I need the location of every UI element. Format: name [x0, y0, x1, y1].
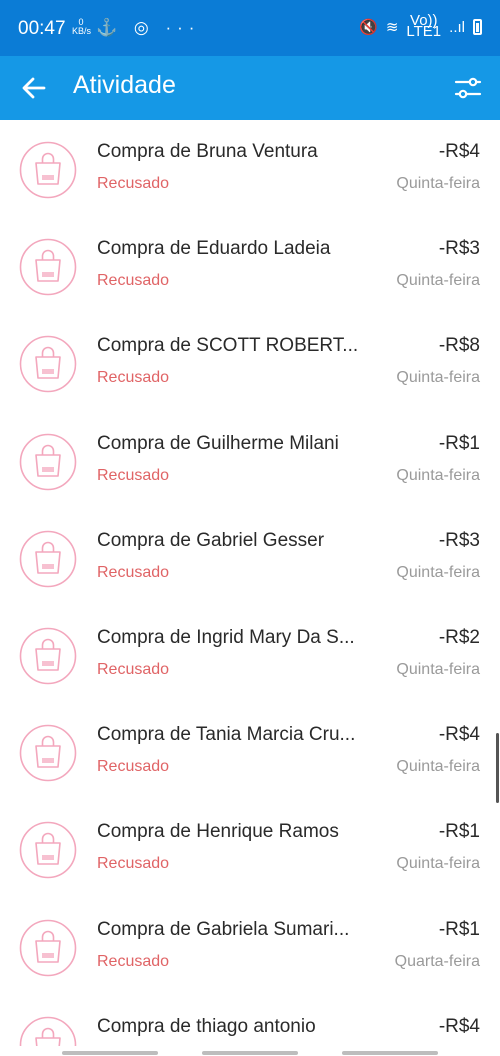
status-time: 00:47: [18, 18, 66, 39]
page-title: Atividade: [73, 71, 176, 99]
item-title: Compra de Gabriel Gesser: [97, 529, 325, 551]
volte-icon: Vo)) LTE1: [406, 13, 442, 40]
item-amount: -R$1: [438, 432, 480, 454]
item-status: Recusado: [97, 952, 170, 970]
item-amount: -R$3: [438, 529, 480, 551]
status-bar: 00:47 0 KB/s ⚓ ◎ ··· 🔇 ≋ Vo)) LTE1 ..ıl: [0, 0, 500, 56]
item-status: Recusado: [97, 758, 170, 776]
item-title: Compra de Tania Marcia Cru...: [97, 724, 356, 746]
nav-home-handle[interactable]: [202, 1051, 298, 1055]
item-day: Quinta-feira: [396, 175, 480, 192]
app-bar: Atividade: [0, 56, 500, 120]
item-amount: -R$1: [438, 918, 480, 940]
network-speed: 0 KB/s: [72, 18, 92, 36]
item-day: Quarta-feira: [394, 952, 480, 970]
item-amount: -R$1: [438, 821, 480, 843]
item-status: Recusado: [97, 272, 170, 290]
item-day: Quinta-feira: [396, 272, 480, 290]
volte-bottom: LTE1: [406, 23, 442, 40]
nav-back-handle[interactable]: [342, 1051, 438, 1055]
activity-list: Compra de Bruna Ventura Recusado -R$4 Qu…: [0, 120, 500, 1056]
list-item[interactable]: Compra de Henrique Ramos Recusado -R$1 Q…: [0, 800, 500, 897]
item-title: Compra de Henrique Ramos: [97, 821, 339, 843]
filter-button[interactable]: [452, 72, 484, 104]
nav-recents-handle[interactable]: [62, 1051, 158, 1055]
sliders-icon: [454, 77, 482, 99]
item-title: Compra de Ingrid Mary Da S...: [97, 626, 355, 648]
item-amount: -R$4: [438, 1015, 480, 1037]
item-status: Recusado: [97, 855, 170, 873]
item-amount: -R$3: [438, 238, 480, 260]
item-status: Recusado: [97, 175, 170, 192]
item-day: Quinta-feira: [396, 466, 480, 484]
item-title: Compra de Gabriela Sumari...: [97, 918, 350, 940]
item-day: Quinta-feira: [396, 660, 480, 678]
notification-icons: ⚓ ◎ ···: [96, 18, 201, 37]
item-status: Recusado: [97, 563, 170, 581]
item-amount: -R$2: [438, 626, 480, 648]
item-day: Quinta-feira: [396, 369, 480, 387]
item-title: Compra de Eduardo Ladeia: [97, 238, 331, 260]
list-item[interactable]: Compra de Tania Marcia Cru... Recusado -…: [0, 703, 500, 800]
list-item[interactable]: Compra de Gabriela Sumari... Recusado -R…: [0, 898, 500, 995]
item-title: Compra de Guilherme Milani: [97, 432, 339, 454]
shopping-bag-icon: [19, 821, 77, 879]
shopping-bag-icon: [19, 141, 77, 199]
shopping-bag-icon: [19, 530, 77, 588]
shopping-bag-icon: [19, 433, 77, 491]
item-title: Compra de Bruna Ventura: [97, 141, 318, 162]
scrollbar[interactable]: [496, 733, 499, 803]
back-button[interactable]: [18, 72, 50, 104]
item-status: Recusado: [97, 369, 170, 387]
wifi-icon: ≋: [385, 19, 399, 36]
system-icons: 🔇 ≋ Vo)) LTE1 ..ıl: [359, 13, 482, 40]
item-amount: -R$4: [438, 141, 480, 162]
item-amount: -R$8: [438, 335, 480, 357]
shopping-bag-icon: [19, 724, 77, 782]
item-title: Compra de thiago antonio: [97, 1015, 316, 1037]
item-status: Recusado: [97, 466, 170, 484]
list-item[interactable]: Compra de Guilherme Milani Recusado -R$1…: [0, 412, 500, 509]
item-day: Quinta-feira: [396, 758, 480, 776]
shopping-bag-icon: [19, 919, 77, 977]
shopping-bag-icon: [19, 238, 77, 296]
network-speed-unit: KB/s: [72, 26, 92, 36]
mute-icon: 🔇: [359, 19, 378, 36]
gesture-nav-bar: [0, 1046, 500, 1056]
signal-icon: ..ıl: [449, 18, 465, 36]
list-item[interactable]: Compra de Bruna Ventura Recusado -R$4 Qu…: [0, 120, 500, 217]
list-item[interactable]: Compra de Gabriel Gesser Recusado -R$3 Q…: [0, 509, 500, 606]
battery-icon: [473, 19, 482, 35]
item-amount: -R$4: [438, 724, 480, 746]
item-day: Quinta-feira: [396, 563, 480, 581]
list-item[interactable]: Compra de Ingrid Mary Da S... Recusado -…: [0, 606, 500, 703]
item-title: Compra de SCOTT ROBERT...: [97, 335, 359, 357]
list-item[interactable]: Compra de Eduardo Ladeia Recusado -R$3 Q…: [0, 217, 500, 314]
list-item[interactable]: Compra de SCOTT ROBERT... Recusado -R$8 …: [0, 314, 500, 411]
item-day: Quinta-feira: [396, 855, 480, 873]
item-status: Recusado: [97, 660, 170, 678]
arrow-left-icon: [22, 77, 46, 99]
shopping-bag-icon: [19, 335, 77, 393]
shopping-bag-icon: [19, 627, 77, 685]
